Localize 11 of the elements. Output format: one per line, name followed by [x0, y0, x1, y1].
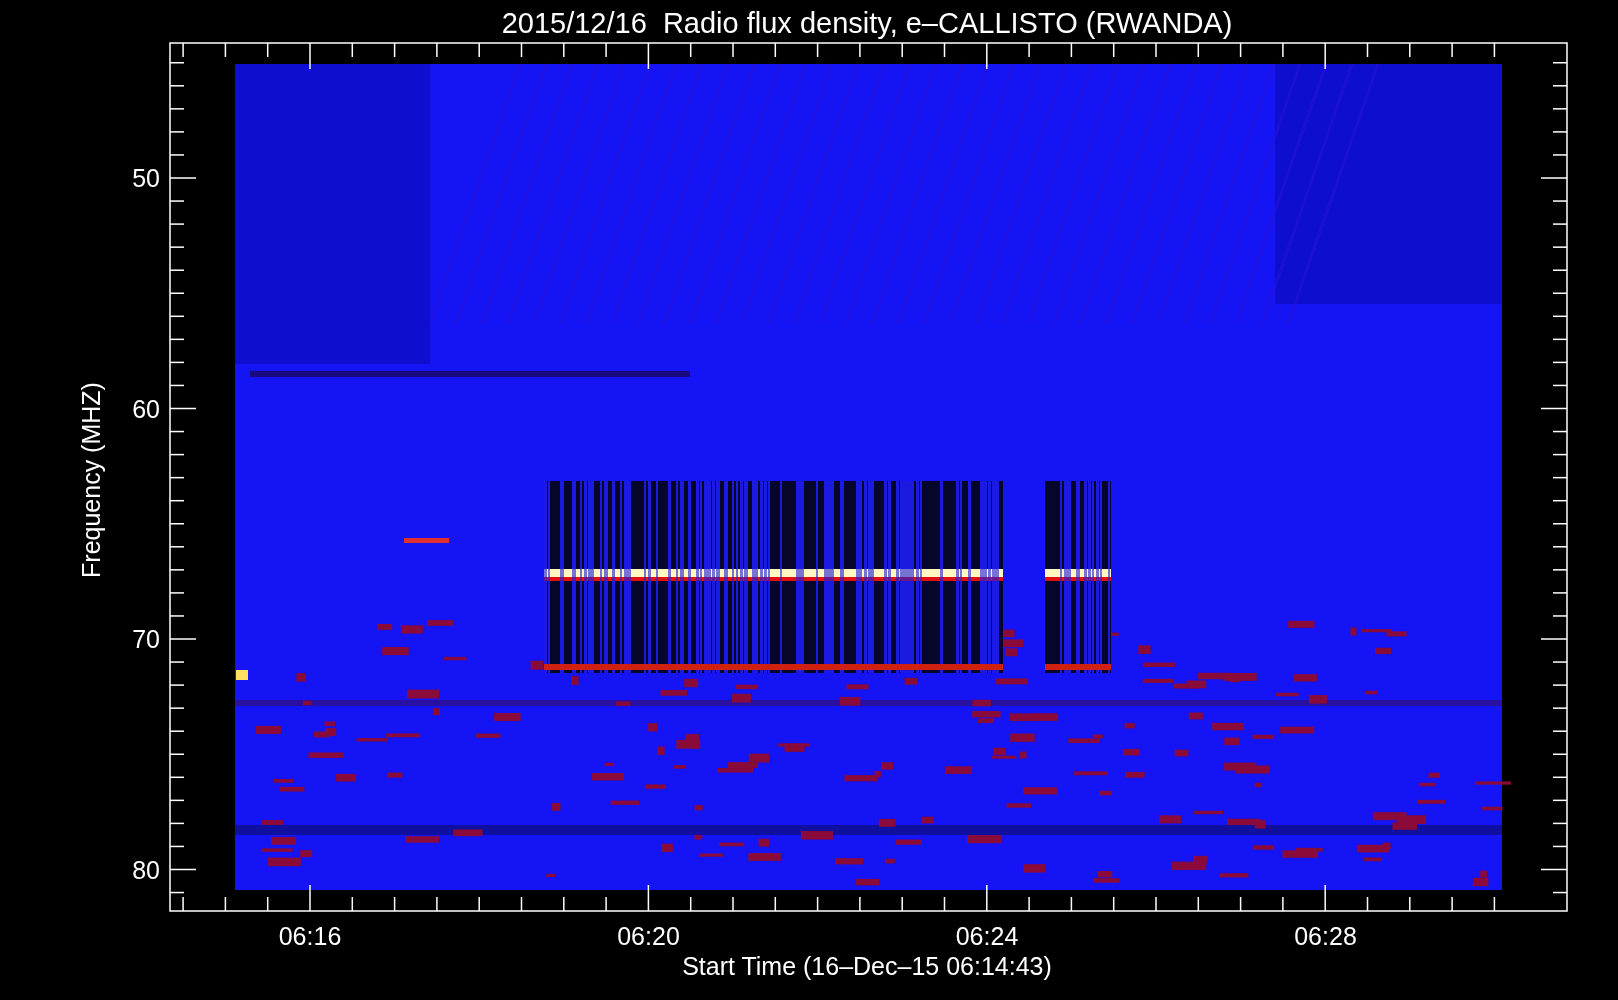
x-axis-label: Start Time (16–Dec–15 06:14:43): [682, 952, 1052, 980]
y-tick-label: 50: [132, 164, 160, 192]
x-tick-label: 06:16: [278, 922, 342, 950]
y-tick-label: 80: [132, 855, 160, 884]
y-tick-label: 70: [132, 625, 160, 653]
y-tick-label: 60: [132, 394, 160, 423]
x-tick-label: 06:28: [1294, 922, 1357, 950]
x-tick-label: 06:24: [955, 922, 1019, 950]
x-tick-label: 06:20: [617, 922, 680, 950]
plot-title: 2015/12/16 Radio flux density, e–CALLISTO (RWANDA): [501, 7, 1233, 39]
y-axis-label: Frequency (MHZ): [77, 382, 105, 578]
